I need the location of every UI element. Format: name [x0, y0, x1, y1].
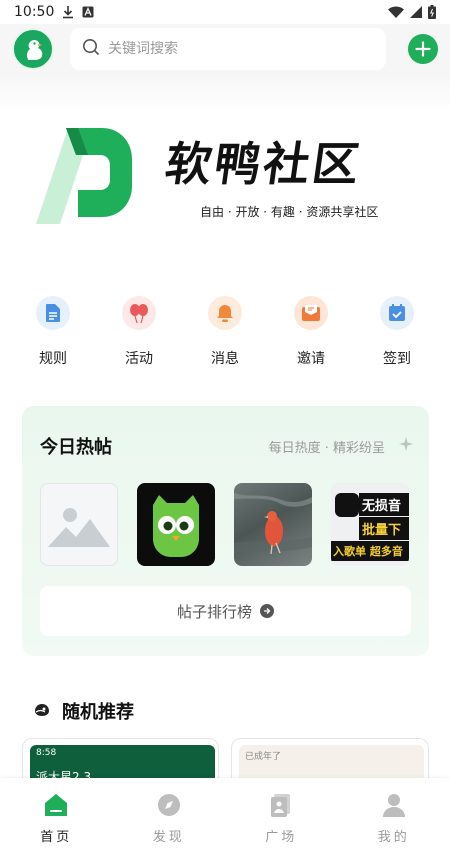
- quick-action-messages[interactable]: 消息: [190, 296, 260, 376]
- bottom-nav: 首页 发现 广场 我的: [0, 778, 450, 850]
- balloons-icon: [122, 296, 156, 330]
- top-fade: [0, 74, 450, 114]
- quick-action-events[interactable]: 活动: [104, 296, 174, 376]
- hot-posts-title: 今日热帖: [40, 437, 112, 458]
- music-thumb-line-1: 无损音: [359, 493, 409, 516]
- status-bar: 10:50: [0, 0, 450, 24]
- quick-action-label: 活动: [125, 351, 153, 367]
- hot-post-thumb-4[interactable]: 无损音 批量下 入歌单 超多音: [331, 483, 409, 566]
- add-button[interactable]: [408, 34, 438, 64]
- music-app-icon: [335, 493, 359, 517]
- music-thumb-line-3: 入歌单 超多音: [331, 541, 409, 561]
- recommend-header: 随机推荐: [34, 698, 134, 724]
- nav-label: 首页: [40, 830, 73, 845]
- duck-badge-icon: [34, 702, 50, 721]
- hot-post-thumb-3[interactable]: [234, 483, 312, 566]
- search-bar[interactable]: [70, 28, 386, 70]
- hot-post-thumbnails: 无损音 批量下 入歌单 超多音: [40, 483, 409, 566]
- download-icon: [62, 5, 74, 19]
- music-thumb-line-2: 批量下: [359, 517, 409, 540]
- square-icon: [266, 790, 296, 820]
- envelope-icon: [294, 296, 328, 330]
- image-placeholder-icon: [48, 507, 110, 547]
- bell-icon: [208, 296, 242, 330]
- ruanya-logo-icon: [36, 128, 132, 224]
- wifi-icon: [388, 6, 404, 18]
- hot-posts-subtitle: 每日热度 · 精彩纷呈: [268, 441, 385, 456]
- post-ranking-button[interactable]: 帖子排行榜: [40, 586, 411, 636]
- plus-icon: [415, 41, 431, 57]
- nav-label: 广场: [265, 830, 298, 845]
- quick-action-invite[interactable]: 邀请: [276, 296, 346, 376]
- sparkle-icon: [399, 436, 413, 455]
- document-icon: [36, 296, 70, 330]
- calendar-check-icon: [380, 296, 414, 330]
- preview-text: 已成年了: [245, 752, 282, 762]
- owl-app-icon: [153, 495, 199, 557]
- preview-time: 8:58: [36, 748, 57, 758]
- search-input[interactable]: [108, 41, 348, 57]
- hot-post-thumb-1[interactable]: [40, 483, 118, 566]
- banner-slogan: 自由 · 开放 · 有趣 · 资源共享社区: [200, 205, 379, 219]
- bird-photo-icon: [234, 493, 312, 555]
- quick-action-label: 消息: [211, 351, 239, 367]
- nav-profile[interactable]: 我的: [354, 790, 434, 850]
- battery-icon: [428, 5, 436, 19]
- quick-action-label: 邀请: [297, 351, 325, 367]
- post-ranking-label: 帖子排行榜: [176, 602, 252, 621]
- notification-a-icon: [82, 6, 94, 18]
- banner-title: 软鸭社区: [161, 137, 366, 191]
- nav-label: 发现: [152, 830, 185, 845]
- status-time: 10:50: [14, 4, 55, 20]
- home-icon: [41, 790, 71, 820]
- avatar[interactable]: [12, 28, 54, 70]
- compass-icon: [154, 790, 184, 820]
- nav-label: 我的: [377, 830, 410, 845]
- signal-icon: [410, 6, 422, 18]
- nav-discover[interactable]: 发现: [129, 790, 209, 850]
- search-icon: [82, 38, 100, 60]
- quick-action-checkin[interactable]: 签到: [362, 296, 432, 376]
- hot-posts-card: 今日热帖 每日热度 · 精彩纷呈 无损音 批量下 入歌单 超多音 帖子排行榜: [22, 406, 429, 656]
- hot-post-thumb-2[interactable]: [137, 483, 215, 566]
- arrow-right-icon: [260, 604, 274, 618]
- profile-icon: [379, 790, 409, 820]
- nav-home[interactable]: 首页: [16, 790, 96, 850]
- banner[interactable]: 软鸭社区 自由 · 开放 · 有趣 · 资源共享社区: [0, 110, 450, 240]
- duck-logo-icon: [26, 39, 43, 60]
- quick-action-label: 规则: [39, 351, 67, 367]
- top-bar: [0, 24, 450, 74]
- nav-square[interactable]: 广场: [241, 790, 321, 850]
- quick-action-label: 签到: [383, 351, 411, 367]
- recommend-title: 随机推荐: [62, 702, 134, 723]
- quick-actions: 规则 活动 消息 邀请 签到: [0, 296, 450, 376]
- quick-action-rules[interactable]: 规则: [18, 296, 88, 376]
